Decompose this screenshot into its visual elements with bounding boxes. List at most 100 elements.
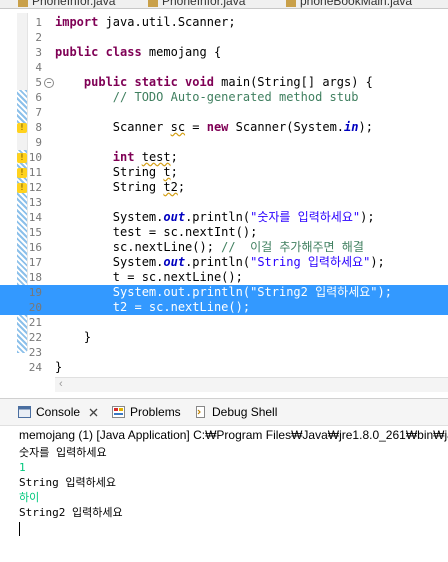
line-number: 23 [28, 346, 42, 359]
code-text: String t2; [55, 180, 186, 194]
code-line: 14 System.out.println("숫자를 입력하세요"); [0, 210, 448, 225]
line-number: 24 [28, 361, 42, 374]
debug-shell-icon [196, 406, 205, 418]
code-line: 13 [0, 195, 448, 210]
code-line-selected: 19 System.out.println("String2 입력하세요"); [0, 285, 448, 300]
editor-tab-label: phoneBookMain.java [300, 0, 413, 8]
code-line: 3 public class memojang { [0, 45, 448, 60]
code-text: t2 = sc.nextLine(); [55, 300, 251, 314]
fold-collapse-icon[interactable]: − [44, 78, 54, 88]
warning-icon[interactable]: ! [17, 168, 27, 178]
line-number: 11 [28, 166, 42, 179]
java-file-icon [18, 0, 28, 7]
tab-problems[interactable]: Problems [112, 404, 181, 420]
code-line: ! 11 String t; [0, 165, 448, 180]
line-number: 14 [28, 211, 42, 224]
line-number: 21 [28, 316, 42, 329]
line-number: 9 [35, 136, 42, 149]
code-text: System.out.println("숫자를 입력하세요"); [55, 210, 375, 224]
editor-tab-phoneinfor-1[interactable]: PhoneInfor.java [18, 0, 115, 8]
horizontal-scrollbar[interactable]: ‹ [55, 377, 448, 392]
line-number: 6 [35, 91, 42, 104]
text-cursor [19, 522, 20, 536]
code-line-selected: 20 t2 = sc.nextLine(); [0, 300, 448, 315]
code-editor[interactable]: 1 import java.util.Scanner; 2 3 public cla… [0, 9, 448, 392]
console-output-line: 숫자를 입력하세요 [19, 446, 107, 459]
code-line: 18 t = sc.nextLine(); [0, 270, 448, 285]
code-text: String t; [55, 165, 178, 179]
scroll-left-icon[interactable]: ‹ [59, 378, 63, 390]
editor-tab-label: PhoneInfor.java [32, 0, 116, 8]
line-number: 2 [35, 31, 42, 44]
bottom-panel: Console Problems Debug Shell memojang (1… [0, 398, 448, 562]
line-number: 12 [28, 181, 42, 194]
editor-tab-bar: PhoneInfor.java PhoneInfor.java phoneBoo… [0, 0, 448, 9]
line-number: 1 [35, 16, 42, 29]
code-line: 5− public static void main(String[] args… [0, 75, 448, 90]
code-text: public class memojang { [55, 45, 222, 59]
tab-console-label: Console [36, 405, 81, 419]
code-text: import java.util.Scanner; [55, 15, 236, 29]
code-line: 17 System.out.println("String 입력하세요"); [0, 255, 448, 270]
line-number: 22 [28, 331, 42, 344]
line-number: 15 [28, 226, 42, 239]
line-number: 4 [35, 61, 42, 74]
code-text: System.out.println("String 입력하세요"); [55, 255, 385, 269]
code-line: 22 } [0, 330, 448, 345]
editor-tab-phoneinfor-2[interactable]: PhoneInfor.java [148, 0, 245, 8]
line-number: 8 [35, 121, 42, 134]
console-output-line: String 입력하세요 [19, 476, 116, 489]
code-text: test = sc.nextInt(); [55, 225, 258, 239]
code-line: 16 sc.nextLine(); // 이걸 추가해주면 해결 [0, 240, 448, 255]
code-text: } [55, 330, 92, 344]
console-process-title: memojang (1) [Java Application] C:₩Progr… [19, 428, 448, 442]
line-number: 19 [28, 286, 42, 299]
console-input-line: 하이 [19, 491, 40, 504]
tab-debug-shell[interactable]: Debug Shell [194, 404, 277, 420]
code-text: int test; [112, 150, 178, 164]
code-line: ! 12 String t2; [0, 180, 448, 195]
java-file-icon [148, 0, 158, 7]
code-line: 21 [0, 315, 448, 330]
code-line: ! 10 int test; [0, 150, 448, 165]
console-output-line: String2 입력하세요 [19, 506, 123, 519]
line-number: 10 [28, 151, 42, 164]
tab-debug-shell-label: Debug Shell [212, 405, 278, 419]
code-text: System.out.println("String2 입력하세요"); [55, 285, 392, 299]
line-number: 7 [35, 106, 42, 119]
code-line: 9 [0, 135, 448, 150]
console-output[interactable]: 숫자를 입력하세요 1 String 입력하세요 하이 String2 입력하세… [19, 445, 123, 536]
line-number: 3 [35, 46, 42, 59]
code-line: 24} [0, 360, 448, 375]
line-number: 16 [28, 241, 42, 254]
line-number: 17 [28, 256, 42, 269]
tab-console[interactable]: Console [18, 404, 98, 420]
code-line: ! 8 Scanner sc = new Scanner(System.in); [0, 120, 448, 135]
code-line: 1 import java.util.Scanner; [0, 15, 448, 30]
java-file-icon [286, 0, 296, 7]
code-text: t = sc.nextLine(); [55, 270, 243, 284]
console-icon [18, 406, 31, 418]
tab-problems-label: Problems [130, 405, 181, 419]
code-text: public static void main(String[] args) { [83, 75, 373, 89]
code-text: // TODO Auto-generated method stub [55, 90, 359, 104]
code-line: 6 // TODO Auto-generated method stub [0, 90, 448, 105]
code-line: 15 test = sc.nextInt(); [0, 225, 448, 240]
warning-icon[interactable]: ! [17, 153, 27, 163]
close-icon[interactable] [89, 408, 98, 417]
problems-icon [112, 406, 125, 418]
code-line: 4 [0, 60, 448, 75]
code-line: 23 [0, 345, 448, 360]
code-line: 2 [0, 30, 448, 45]
line-number: 18 [28, 271, 42, 284]
code-line: 7 [0, 105, 448, 120]
code-text: } [55, 360, 63, 374]
code-lines: 1 import java.util.Scanner; 2 3 public cla… [0, 15, 448, 375]
line-number: 5 [35, 76, 42, 89]
line-number: 13 [28, 196, 42, 209]
editor-tab-phonebookmain[interactable]: phoneBookMain.java [286, 0, 412, 8]
editor-tab-label: PhoneInfor.java [162, 0, 246, 8]
console-input-line: 1 [19, 461, 26, 474]
warning-icon[interactable]: ! [17, 123, 27, 133]
warning-icon[interactable]: ! [17, 183, 27, 193]
